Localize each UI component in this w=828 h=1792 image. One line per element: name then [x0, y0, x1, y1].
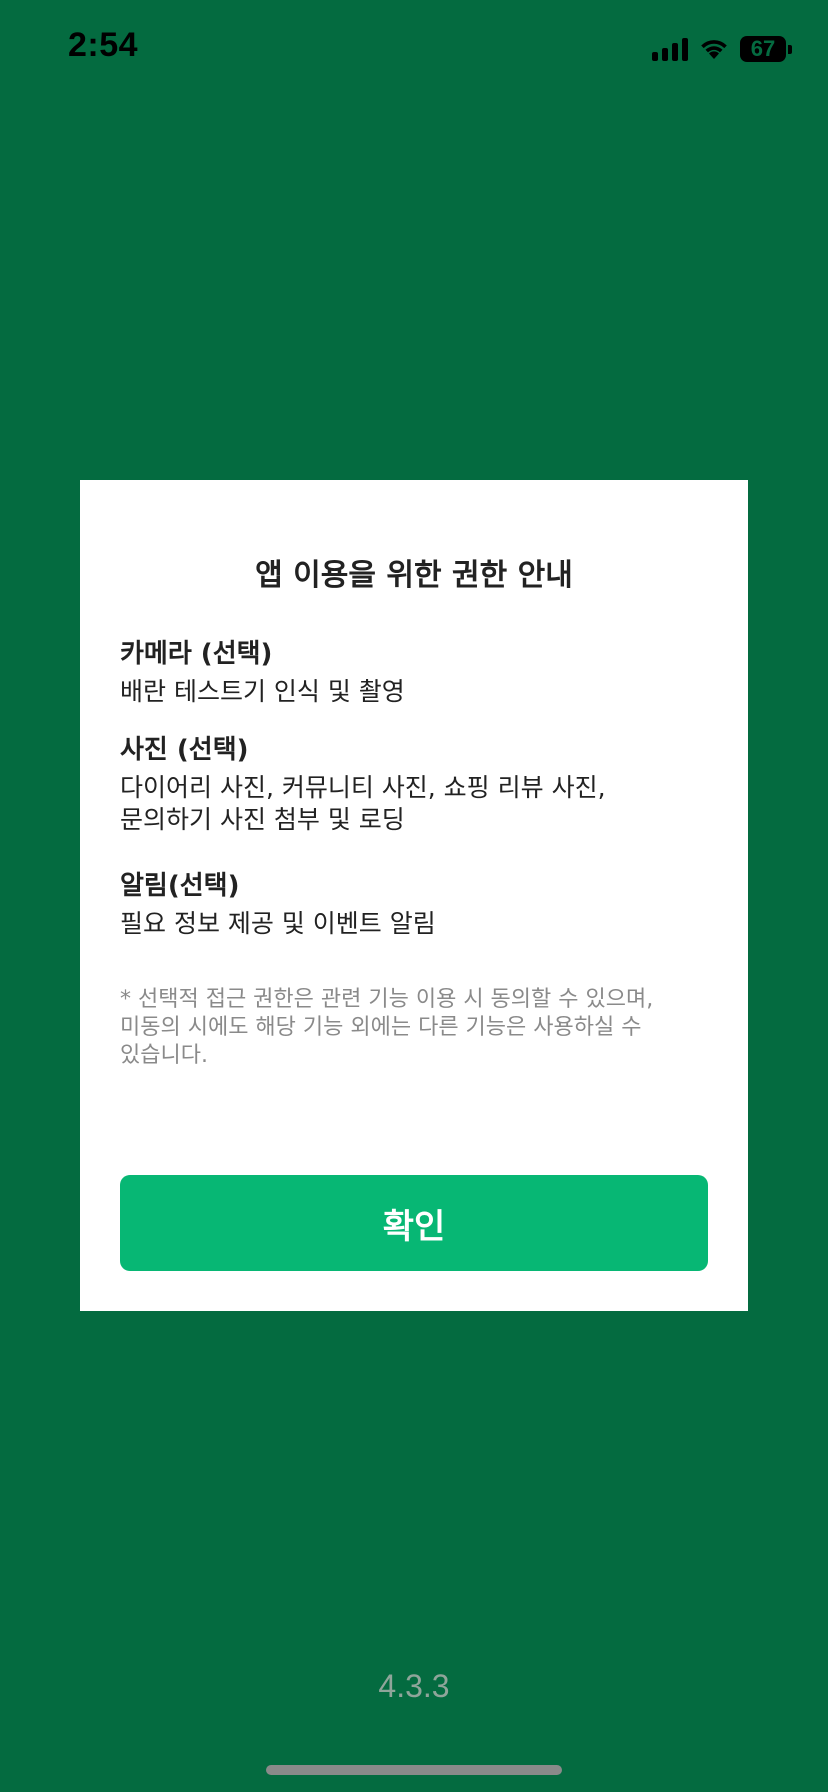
permission-notification-title: 알림(선택): [120, 871, 240, 901]
permission-camera-title: 카메라 (선택): [120, 639, 273, 669]
dialog-title: 앱 이용을 위한 권한 안내: [255, 558, 573, 593]
home-indicator[interactable]: [266, 1765, 562, 1775]
wifi-icon: [701, 40, 727, 59]
app-version: 4.3.3: [378, 1668, 450, 1704]
battery-icon: 67: [740, 36, 786, 62]
permission-dialog: 앱 이용을 위한 권한 안내 카메라 (선택) 배란 테스트기 인식 및 촬영 …: [80, 480, 748, 1311]
status-icons: 67: [652, 34, 792, 64]
status-time: 2:54: [68, 26, 139, 64]
permission-photo: 사진 (선택) 다이어리 사진, 커뮤니티 사진, 쇼핑 리뷰 사진, 문의하기…: [120, 732, 708, 836]
permission-camera-desc: 배란 테스트기 인식 및 촬영: [120, 677, 405, 706]
permission-notification-desc: 필요 정보 제공 및 이벤트 알림: [120, 909, 436, 938]
permission-notification: 알림(선택) 필요 정보 제공 및 이벤트 알림: [120, 868, 708, 940]
permission-camera: 카메라 (선택) 배란 테스트기 인식 및 촬영: [120, 636, 708, 708]
permission-photo-desc: 다이어리 사진, 커뮤니티 사진, 쇼핑 리뷰 사진, 문의하기 사진 첨부 및…: [120, 773, 606, 834]
permission-note: * 선택적 접근 권한은 관련 기능 이용 시 동의할 수 있으며, 미동의 시…: [120, 987, 654, 1068]
cellular-signal-icon: [652, 37, 688, 61]
battery-level: 67: [750, 36, 776, 61]
confirm-button[interactable]: 확인: [120, 1175, 708, 1271]
battery-cap: [788, 44, 792, 54]
permission-photo-title: 사진 (선택): [120, 735, 249, 765]
